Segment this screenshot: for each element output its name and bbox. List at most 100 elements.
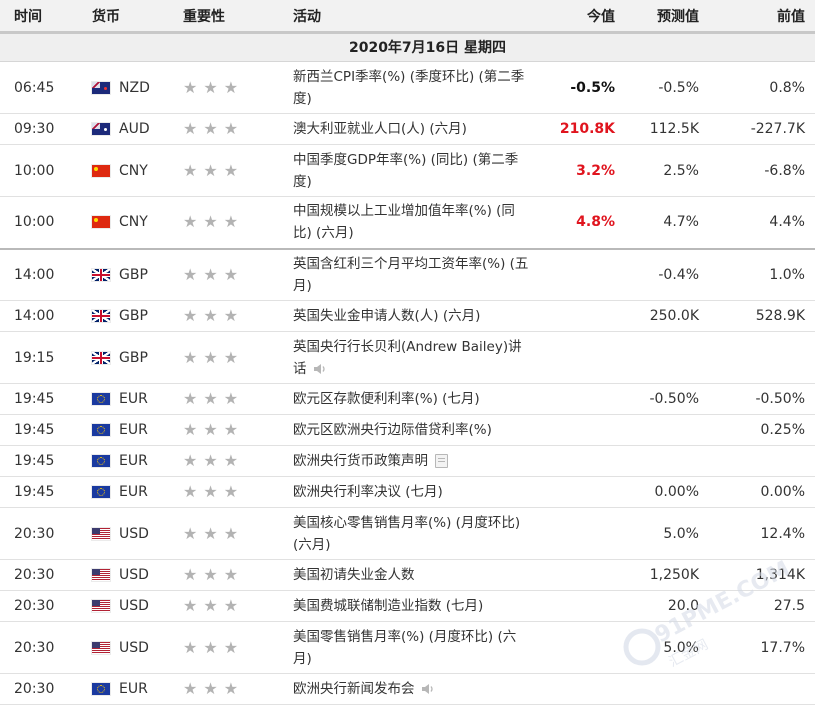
header-importance[interactable]: 重要性 [175,0,293,34]
event-cell[interactable]: 英国央行行长贝利(Andrew Bailey)讲话 [293,331,530,384]
table-row[interactable]: 19:45 EUR ★ ★ ★ 欧洲央行利率决议 (七月) 0.00% 0.00% [0,476,815,508]
star-icon: ★ [223,420,239,439]
event-cell[interactable]: 美国零售销售月率(%) (月度环比) (六月) [293,621,530,674]
event-cell[interactable]: 中国季度GDP年率(%) (同比) (第二季度) [293,144,530,197]
importance-cell: ★ ★ ★ [175,61,293,114]
event-name[interactable]: 欧洲央行新闻发布会 [293,681,415,697]
us-flag-icon [92,527,110,540]
star-icon: ★ [223,347,239,367]
star-icon: ★ [183,264,198,284]
event-name[interactable]: 英国失业金申请人数(人) (六月) [293,308,480,324]
table-row[interactable]: 19:45 EUR ★ ★ ★ 欧元区欧洲央行边际借贷利率(%) 0.25% [0,414,815,446]
event-name[interactable]: 中国规模以上工业增加值年率(%) (同比) (六月) [293,203,515,241]
event-cell[interactable]: 欧洲央行新闻发布会 [293,673,530,705]
header-previous[interactable]: 前值 [699,0,815,34]
star-icon: ★ [203,119,218,138]
event-name[interactable]: 英国央行行长贝利(Andrew Bailey)讲话 [293,339,522,377]
actual-cell: 4.8% [530,196,615,250]
event-cell[interactable]: 中国规模以上工业增加值年率(%) (同比) (六月) [293,196,530,250]
table-row[interactable]: 14:00 GBP ★ ★ ★ 英国含红利三个月平均工资年率(%) (五月) -0.4% 1.… [0,248,815,301]
time-cell: 19:45 [0,383,86,415]
star-icon: ★ [203,482,218,501]
star-icon: ★ [203,451,218,470]
forecast-cell: 2.5% [615,144,699,197]
table-row[interactable]: 06:45 NZD ★ ★ ★ 新西兰CPI季率(%) (季度环比) (第二季度) -0.5… [0,61,815,114]
event-cell[interactable]: 欧元区欧洲央行边际借贷利率(%) [293,414,530,446]
event-name[interactable]: 欧元区存款便利利率(%) (七月) [293,391,480,407]
table-row[interactable]: 09:30 AUD ★ ★ ★ 澳大利亚就业人口(人) (六月) 210.8K 112.5K -… [0,113,815,145]
importance-cell: ★ ★ ★ [175,414,293,446]
importance-cell: ★ ★ ★ [175,383,293,415]
header-event[interactable]: 活动 [293,0,530,34]
star-icon: ★ [223,451,239,470]
table-row[interactable]: 20:30 USD ★ ★ ★ 美国零售销售月率(%) (月度环比) (六月) 5.0% 17… [0,621,815,674]
star-icon: ★ [223,637,239,657]
star-icon: ★ [223,160,239,180]
event-name[interactable]: 美国初请失业金人数 [293,567,415,583]
event-name[interactable]: 美国零售销售月率(%) (月度环比) (六月) [293,629,516,667]
document-icon[interactable] [435,454,448,468]
table-row[interactable]: 10:00 CNY ★ ★ ★ 中国季度GDP年率(%) (同比) (第二季度) 3.2% 2… [0,144,815,197]
star-icon: ★ [183,451,198,470]
actual-cell: -0.5% [530,61,615,114]
event-cell[interactable]: 美国费城联储制造业指数 (七月) [293,590,530,622]
speaker-icon[interactable] [313,363,327,375]
time-cell: 10:00 [0,144,86,197]
time-cell: 14:00 [0,248,86,301]
star-icon: ★ [183,523,198,543]
star-icon: ★ [203,160,218,180]
table-row[interactable]: 20:30 USD ★ ★ ★ 美国费城联储制造业指数 (七月) 20.0 27.5 [0,590,815,622]
event-name[interactable]: 中国季度GDP年率(%) (同比) (第二季度) [293,152,518,190]
event-cell[interactable]: 欧元区存款便利利率(%) (七月) [293,383,530,415]
event-cell[interactable]: 欧洲央行利率决议 (七月) [293,476,530,508]
date-label: 2020年7月16日 星期四 [0,32,815,62]
previous-cell: 0.8% [699,61,815,114]
importance-cell: ★ ★ ★ [175,300,293,332]
event-cell[interactable]: 英国失业金申请人数(人) (六月) [293,300,530,332]
previous-cell: -0.50% [699,383,815,415]
event-cell[interactable]: 英国含红利三个月平均工资年率(%) (五月) [293,248,530,301]
header-forecast[interactable]: 预测值 [615,0,699,34]
event-cell[interactable]: 新西兰CPI季率(%) (季度环比) (第二季度) [293,61,530,114]
star-icon: ★ [223,523,239,543]
table-row[interactable]: 20:30 EUR ★ ★ ★ 欧洲央行新闻发布会 [0,673,815,705]
actual-cell: 3.2% [530,144,615,197]
star-icon: ★ [183,306,198,325]
event-cell[interactable]: 澳大利亚就业人口(人) (六月) [293,113,530,145]
previous-cell: 4.4% [699,196,815,250]
currency-code: CNY [119,214,148,231]
event-name[interactable]: 欧洲央行货币政策声明 [293,453,428,469]
star-icon: ★ [203,264,218,284]
table-row[interactable]: 20:30 USD ★ ★ ★ 美国核心零售销售月率(%) (月度环比) (六月) 5.0%… [0,507,815,560]
event-cell[interactable]: 美国初请失业金人数 [293,559,530,591]
event-name[interactable]: 澳大利亚就业人口(人) (六月) [293,121,467,137]
star-icon: ★ [203,565,218,584]
table-row[interactable]: 10:00 CNY ★ ★ ★ 中国规模以上工业增加值年率(%) (同比) (六月) 4.8… [0,196,815,250]
forecast-cell: 0.00% [615,476,699,508]
event-name[interactable]: 欧元区欧洲央行边际借贷利率(%) [293,422,492,438]
table-row[interactable]: 20:30 USD ★ ★ ★ 美国初请失业金人数 1,250K 1,314K [0,559,815,591]
header-time[interactable]: 时间 [0,0,86,34]
table-row[interactable]: 19:45 EUR ★ ★ ★ 欧元区存款便利利率(%) (七月) -0.50% -0.50% [0,383,815,415]
header-actual[interactable]: 今值 [530,0,615,34]
table-row[interactable]: 19:15 GBP ★ ★ ★ 英国央行行长贝利(Andrew Bailey)讲话 [0,331,815,384]
time-cell: 09:30 [0,113,86,145]
table-row[interactable]: 19:45 EUR ★ ★ ★ 欧洲央行货币政策声明 [0,445,815,477]
table-row[interactable]: 14:00 GBP ★ ★ ★ 英国失业金申请人数(人) (六月) 250.0K 528.9K [0,300,815,332]
event-cell[interactable]: 美国核心零售销售月率(%) (月度环比) (六月) [293,507,530,560]
previous-cell: 0.00% [699,476,815,508]
speaker-icon[interactable] [421,683,435,695]
previous-cell: -6.8% [699,144,815,197]
event-name[interactable]: 新西兰CPI季率(%) (季度环比) (第二季度) [293,69,524,107]
gb-flag-icon [92,351,110,364]
event-name[interactable]: 美国费城联储制造业指数 (七月) [293,598,483,614]
currency-code: EUR [119,681,148,697]
star-icon: ★ [203,596,218,615]
event-name[interactable]: 英国含红利三个月平均工资年率(%) (五月) [293,256,528,294]
event-cell[interactable]: 欧洲央行货币政策声明 [293,445,530,477]
importance-cell: ★ ★ ★ [175,590,293,622]
header-currency[interactable]: 货币 [86,0,175,34]
event-name[interactable]: 美国核心零售销售月率(%) (月度环比) (六月) [293,515,520,553]
event-name[interactable]: 欧洲央行利率决议 (七月) [293,484,443,500]
forecast-cell [615,414,699,446]
